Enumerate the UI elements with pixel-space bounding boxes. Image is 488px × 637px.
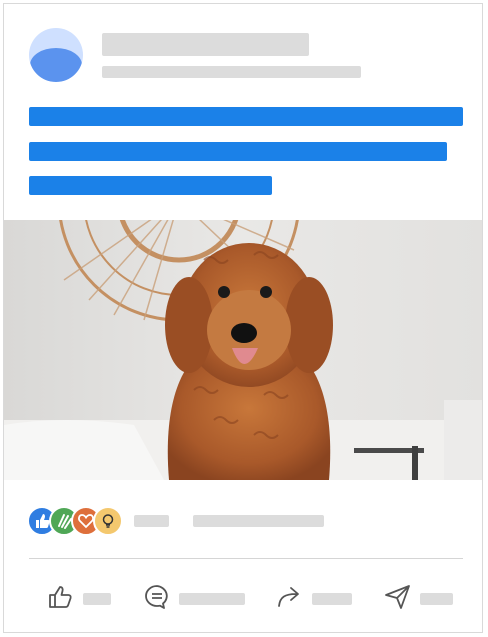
send-label-placeholder xyxy=(420,593,453,605)
thumbs-up-icon xyxy=(49,586,72,608)
comment-button[interactable] xyxy=(143,582,253,612)
post-card xyxy=(3,3,483,633)
like-label-placeholder xyxy=(83,593,111,605)
post-image[interactable] xyxy=(4,220,482,480)
comment-label-placeholder xyxy=(179,593,245,605)
send-icon xyxy=(385,585,410,609)
share-button[interactable] xyxy=(276,582,361,612)
share-arrow-icon xyxy=(278,587,299,607)
share-label-placeholder xyxy=(312,593,352,605)
avatar[interactable] xyxy=(29,28,83,82)
post-text-line xyxy=(29,176,272,195)
send-button[interactable] xyxy=(384,582,459,612)
post-text-line xyxy=(29,142,447,161)
author-name-placeholder[interactable] xyxy=(102,33,309,56)
dog-photo xyxy=(4,220,482,480)
comment-icon xyxy=(145,585,168,609)
reaction-icons[interactable] xyxy=(27,506,137,536)
comments-summary-placeholder[interactable] xyxy=(193,515,324,527)
post-meta-placeholder xyxy=(102,66,361,78)
idea-icon xyxy=(93,506,123,536)
avatar-person-icon xyxy=(30,48,82,82)
reaction-count-placeholder[interactable] xyxy=(134,515,169,527)
like-button[interactable] xyxy=(47,582,127,612)
divider xyxy=(29,558,463,559)
post-text-line xyxy=(29,107,463,126)
